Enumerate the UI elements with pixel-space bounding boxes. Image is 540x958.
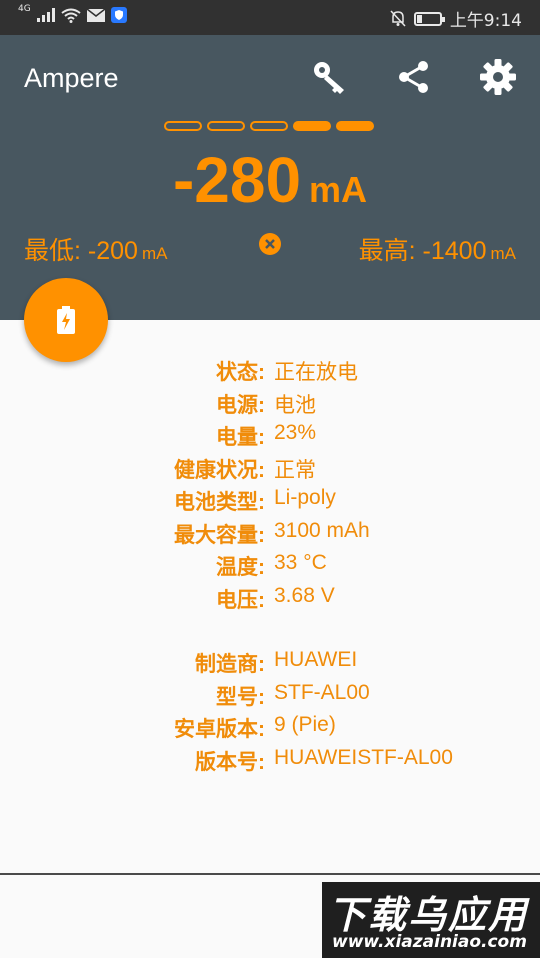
info-value: Li-poly [274, 486, 336, 509]
signal-icon [36, 8, 55, 22]
close-circle-icon[interactable] [259, 233, 281, 255]
info-key: 型号: [216, 685, 265, 709]
watermark-logo: 下载乌应用 www.xiazainiao.com [322, 882, 540, 958]
info-row: 制造商: HUAWEI [0, 648, 540, 681]
battery-status-icon [413, 11, 445, 26]
info-key: 温度: [216, 556, 265, 579]
battery-fab-button[interactable] [24, 278, 108, 362]
info-row: 电量: 23% [0, 421, 540, 454]
network-type-label: 4G [18, 4, 31, 14]
shield-icon [110, 7, 127, 23]
battery-info-rows: 状态: 正在放电 电源: 电池 电量: 23% 健康状况: 正常 电池类型: Li-poly 最大容… [0, 356, 540, 616]
info-value: 3.68 V [274, 583, 335, 607]
level-dash [336, 121, 374, 131]
status-time: 上午9:14 [449, 11, 522, 31]
info-row: 健康状况: 正常 [0, 454, 540, 487]
mute-bell-icon [390, 10, 406, 27]
info-value: 正常 [274, 458, 316, 482]
info-value: 3100 mAh [274, 518, 370, 542]
app-header: Ampere -280 mA 最低: -200 mA 最高: -1400 mA [0, 35, 540, 320]
info-key: 健康状况: [174, 458, 265, 482]
watermark-main-text: 下载乌应用 [328, 893, 529, 937]
app-title: Ampere [24, 63, 119, 93]
min-unit: mA [141, 244, 168, 263]
info-key: 电源: [216, 393, 265, 417]
status-bar: 4G 上午9:14 [0, 0, 540, 35]
level-dash [164, 121, 202, 131]
level-dash [207, 121, 245, 131]
divider [0, 873, 540, 875]
info-row: 最大容量: 3100 mAh [0, 519, 540, 552]
battery-status-fill [416, 14, 422, 23]
info-row: 状态: 正在放电 [0, 356, 540, 389]
share-icon[interactable] [394, 57, 434, 97]
level-dash [293, 121, 331, 131]
min-reading: 最低: -200 mA [24, 231, 167, 267]
battery-info-list: 状态: 正在放电 电源: 电池 电量: 23% 健康状况: 正常 电池类型: Li-poly 最大容… [0, 356, 540, 778]
info-key: 电池类型: [174, 491, 265, 514]
max-reading: 最高: -1400 mA [359, 231, 516, 267]
info-key: 安卓版本: [174, 718, 265, 741]
info-key: 版本号: [195, 750, 265, 774]
info-row: 安卓版本: 9 (Pie) [0, 713, 540, 746]
mail-icon [86, 8, 105, 22]
info-value: STF-AL00 [274, 680, 370, 704]
info-row: 型号: STF-AL00 [0, 681, 540, 714]
info-key: 制造商: [195, 653, 265, 676]
key-icon[interactable] [310, 57, 350, 97]
info-row: 电源: 电池 [0, 389, 540, 422]
max-label: 最高: -1400 [358, 237, 487, 265]
info-row: 温度: 33 °C [0, 551, 540, 584]
watermark-sub-text: www.xiazainiao.com [332, 932, 527, 952]
level-indicator [164, 121, 374, 131]
info-key: 电量: [216, 426, 265, 449]
info-row: 电池类型: Li-poly [0, 486, 540, 519]
info-key: 状态: [216, 361, 265, 384]
info-value: 正在放电 [274, 361, 358, 384]
max-unit: mA [490, 244, 517, 263]
info-value: 电池 [274, 393, 316, 417]
info-value: HUAWEISTF-AL00 [274, 745, 453, 769]
level-dash [250, 121, 288, 131]
wifi-icon [61, 8, 81, 23]
current-reading: -280 mA [0, 143, 540, 217]
battery-charging-icon [57, 306, 75, 334]
info-value: 33 °C [274, 551, 327, 574]
info-value: 9 (Pie) [274, 713, 336, 736]
gear-icon[interactable] [478, 57, 518, 97]
current-unit: mA [309, 169, 368, 210]
info-value: 23% [274, 421, 317, 444]
info-value: HUAWEI [274, 648, 358, 671]
info-key: 电压: [216, 588, 265, 612]
info-row: 版本号: HUAWEISTF-AL00 [0, 746, 540, 779]
info-row: 电压: 3.68 V [0, 584, 540, 617]
info-key: 最大容量: [174, 523, 265, 547]
device-info-rows: 制造商: HUAWEI 型号: STF-AL00 安卓版本: 9 (Pie) 版本号: HUA… [0, 648, 540, 778]
min-label: 最低: -200 [24, 237, 138, 265]
current-value: -280 [172, 144, 302, 216]
